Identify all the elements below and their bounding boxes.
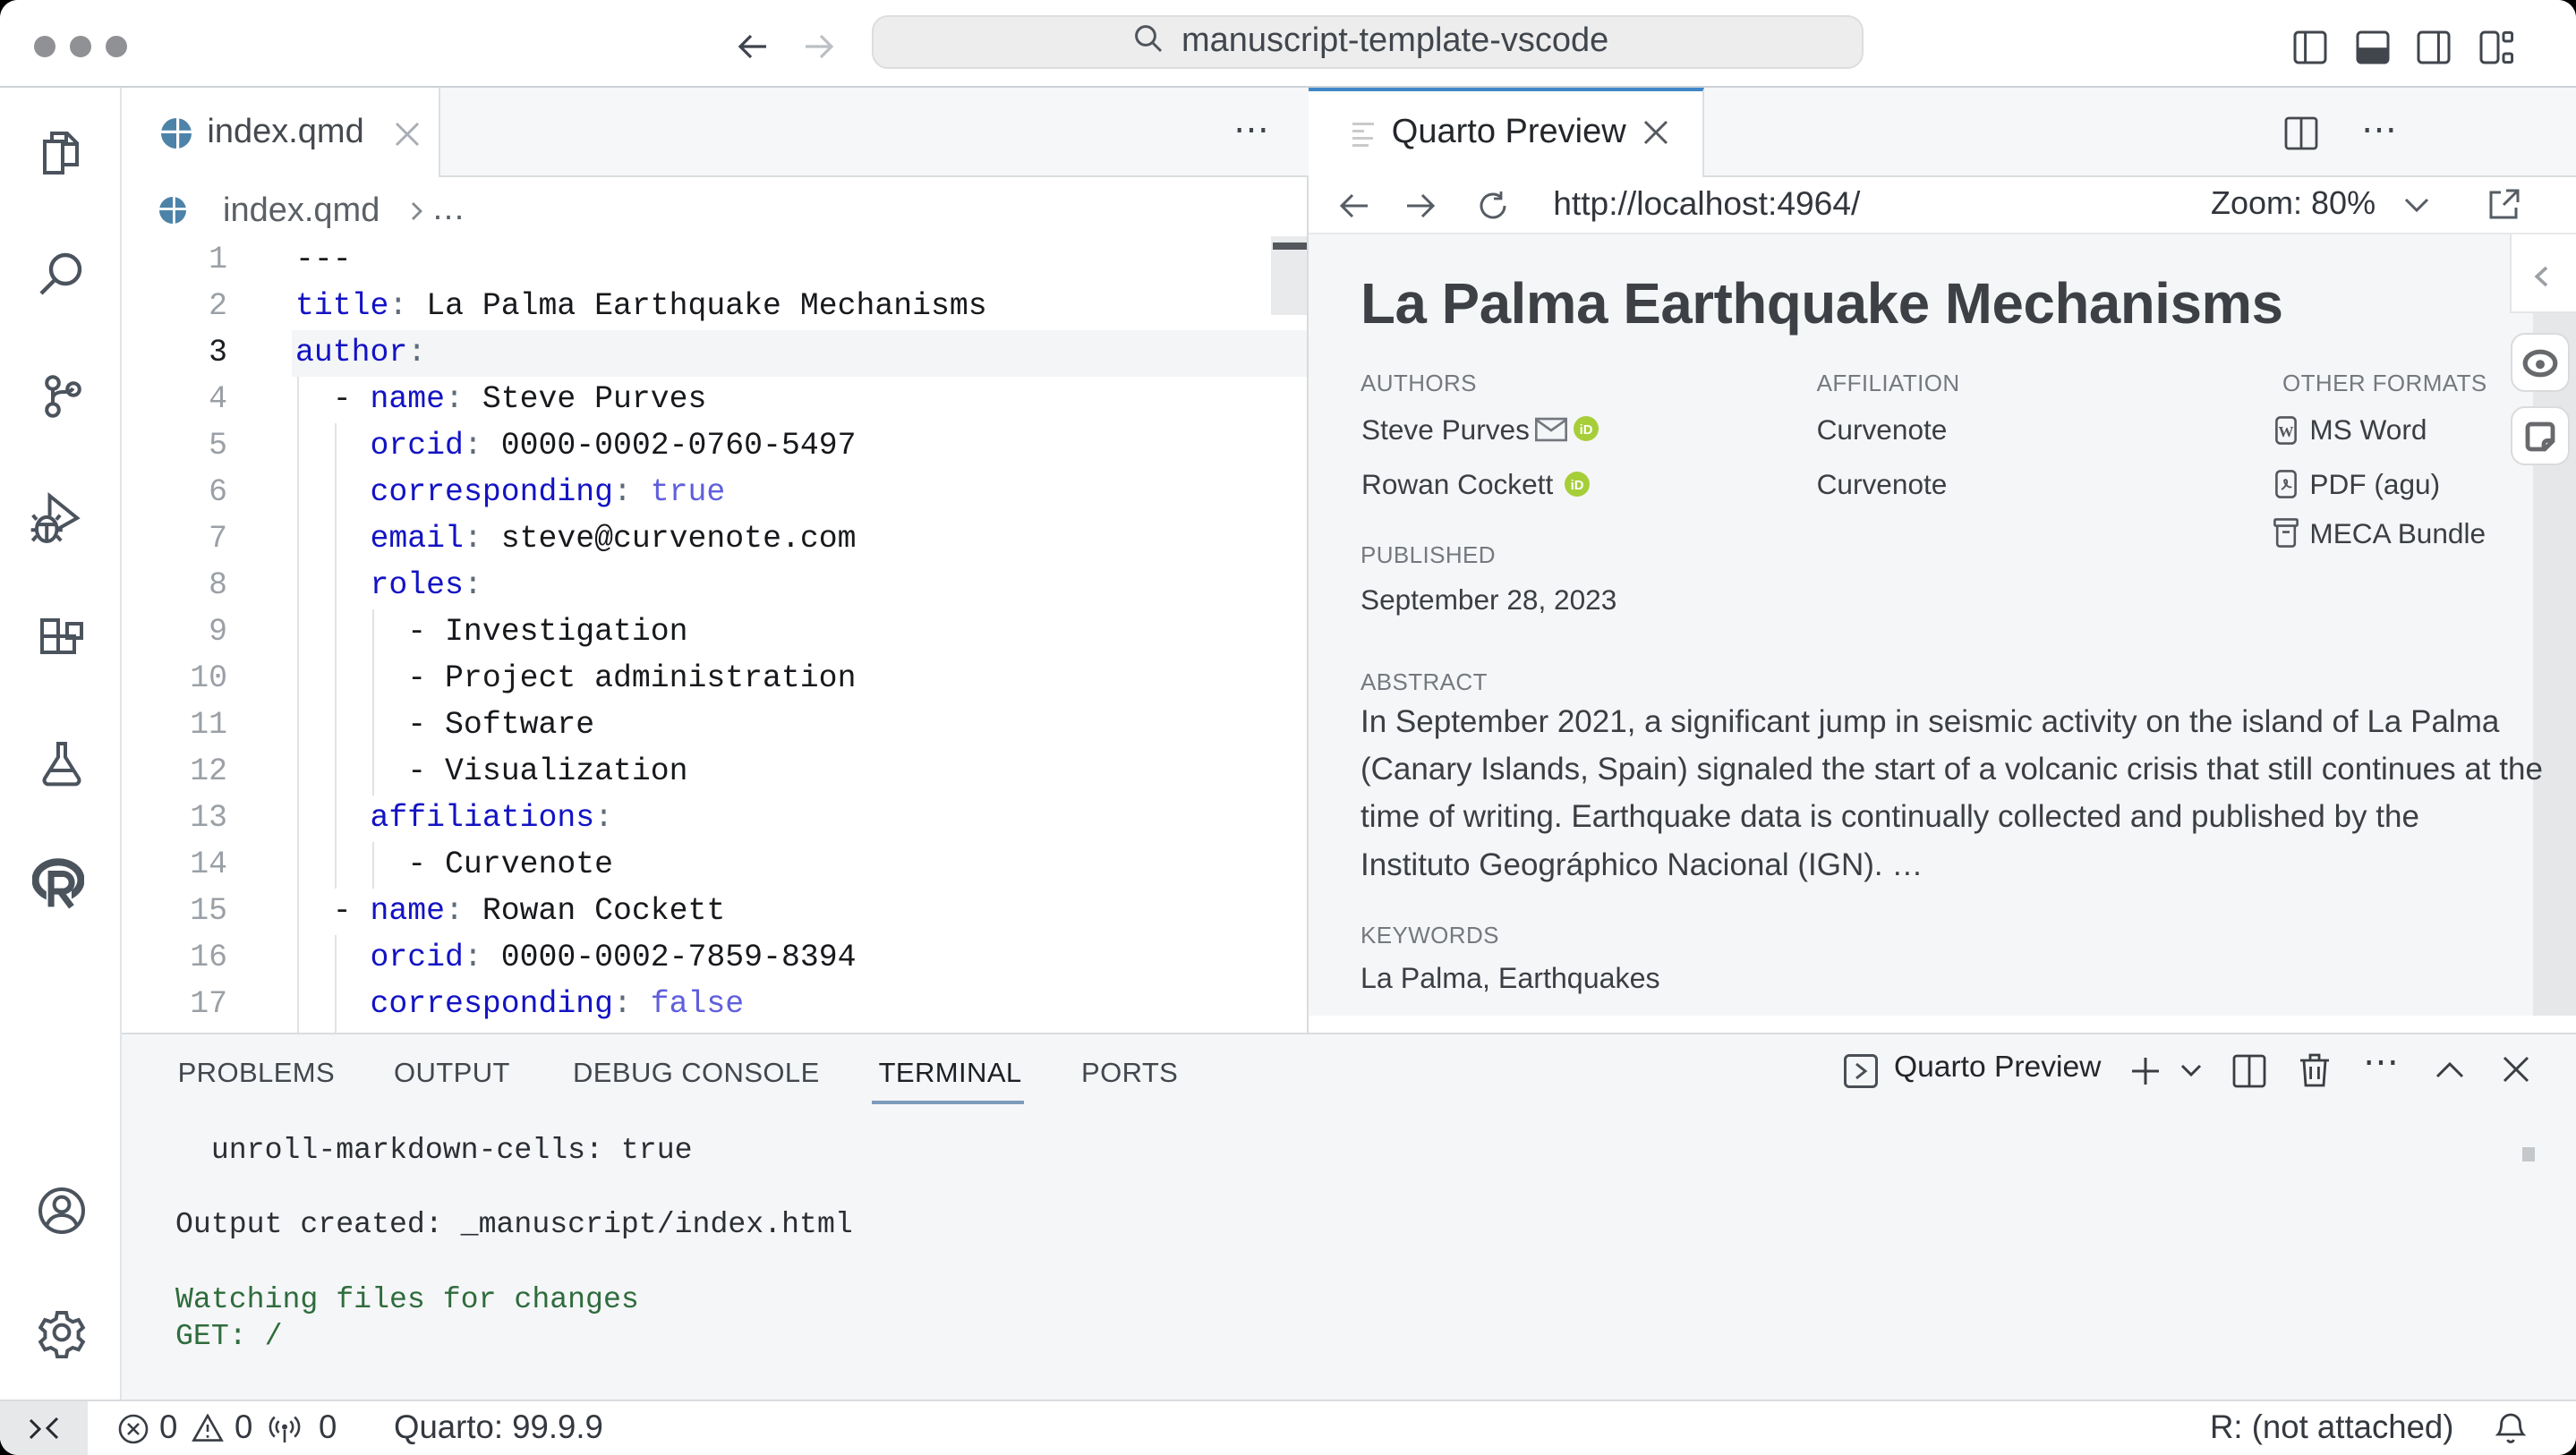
svg-text:W: W <box>2278 423 2293 440</box>
svg-text:iD: iD <box>1580 422 1593 437</box>
svg-text:iD: iD <box>1571 479 1584 493</box>
